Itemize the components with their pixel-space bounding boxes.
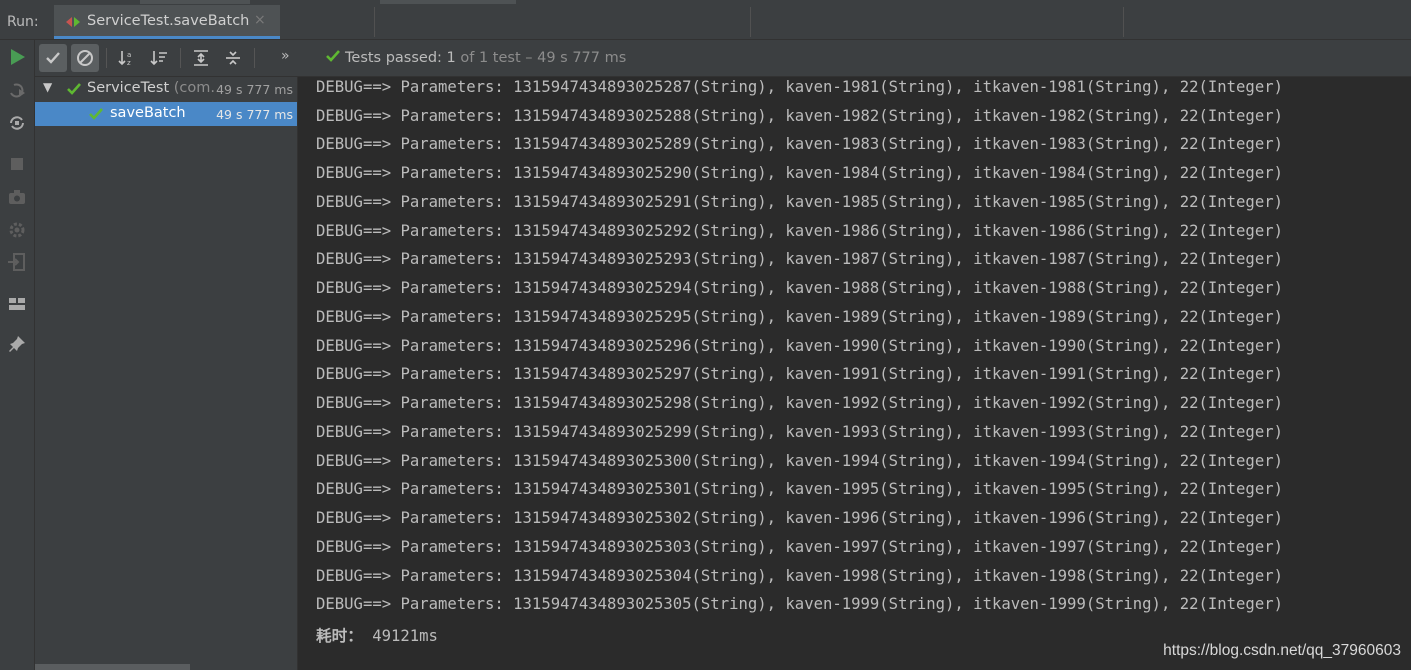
console-line: DEBUG==> Parameters: 1315947434893025298… xyxy=(316,394,1283,412)
console-line: DEBUG==> Parameters: 1315947434893025292… xyxy=(316,222,1283,240)
camera-icon[interactable] xyxy=(6,186,28,208)
run-tab-bar: Run: ServiceTest.saveBatch × xyxy=(0,5,1411,40)
editor-tab-fragment[interactable] xyxy=(140,0,250,4)
stop-icon[interactable] xyxy=(6,153,28,175)
chevron-down-icon[interactable]: ▼ xyxy=(43,80,52,94)
toolbar-divider xyxy=(254,48,255,68)
close-icon[interactable]: × xyxy=(254,12,266,28)
tests-passed-detail: of 1 test – 49 s 777 ms xyxy=(460,50,627,66)
timing-label: 耗时： xyxy=(316,627,363,645)
tab-divider xyxy=(750,7,751,37)
expand-all-icon xyxy=(194,50,208,66)
console-line: DEBUG==> Parameters: 1315947434893025295… xyxy=(316,308,1283,326)
toolbar-divider xyxy=(180,48,181,68)
tree-item-label: ServiceTest (com. xyxy=(87,80,215,96)
console-line: DEBUG==> Parameters: 1315947434893025288… xyxy=(316,107,1283,125)
timing-value: 49121ms xyxy=(372,627,438,645)
editor-tab-fragment[interactable] xyxy=(380,0,516,4)
sort-alpha-icon: az xyxy=(118,51,131,67)
console-line: DEBUG==> Parameters: 1315947434893025305… xyxy=(316,595,1283,613)
pin-icon[interactable] xyxy=(6,333,28,355)
console-line: DEBUG==> Parameters: 1315947434893025300… xyxy=(316,452,1283,470)
console-line: DEBUG==> Parameters: 1315947434893025297… xyxy=(316,365,1283,383)
tab-title: ServiceTest.saveBatch xyxy=(87,13,250,29)
show-ignored-icon xyxy=(77,50,93,66)
tree-item-label: saveBatch xyxy=(110,105,186,121)
console-timing-line: 耗时： 49121ms xyxy=(316,624,438,646)
console-line: DEBUG==> Parameters: 1315947434893025289… xyxy=(316,135,1283,153)
tree-item-savebatch[interactable]: saveBatch 49 s 777 ms xyxy=(35,102,297,126)
tab-divider xyxy=(1123,7,1124,37)
check-icon xyxy=(46,52,60,64)
sort-duration-icon xyxy=(150,51,167,66)
tab-servicetest-savebatch[interactable]: ServiceTest.saveBatch × xyxy=(54,5,280,39)
console-line: DEBUG==> Parameters: 1315947434893025304… xyxy=(316,567,1283,585)
run-side-toolbar xyxy=(0,40,35,670)
tree-item-servicetest[interactable]: ▼ ServiceTest (com. 49 s 777 ms xyxy=(35,77,297,101)
expand-all-button[interactable] xyxy=(187,44,215,72)
console-line: DEBUG==> Parameters: 1315947434893025291… xyxy=(316,193,1283,211)
console-line: DEBUG==> Parameters: 1315947434893025296… xyxy=(316,337,1283,355)
console-line: DEBUG==> Parameters: 1315947434893025301… xyxy=(316,480,1283,498)
collapse-all-icon xyxy=(226,51,240,65)
layout-icon[interactable] xyxy=(6,293,28,315)
test-class-name: ServiceTest xyxy=(87,80,170,96)
toolbar-divider xyxy=(106,48,107,68)
collapse-all-button[interactable] xyxy=(219,44,247,72)
console-line: DEBUG==> Parameters: 1315947434893025302… xyxy=(316,509,1283,527)
test-toolbar: az » Tests passed: 1 of 1 test – 49 s 77… xyxy=(35,40,1411,77)
horizontal-scrollbar[interactable] xyxy=(35,664,190,670)
show-passed-button[interactable] xyxy=(39,44,67,72)
test-run-icon xyxy=(66,17,80,27)
console-line: DEBUG==> Parameters: 1315947434893025293… xyxy=(316,250,1283,268)
test-status: Tests passed: 1 of 1 test – 49 s 777 ms xyxy=(325,49,626,66)
svg-text:z: z xyxy=(127,59,131,67)
console-line: DEBUG==> Parameters: 1315947434893025299… xyxy=(316,423,1283,441)
check-icon xyxy=(326,50,340,62)
run-label: Run: xyxy=(7,14,39,30)
check-icon xyxy=(89,108,103,120)
test-package: (com. xyxy=(173,80,215,96)
check-icon xyxy=(67,83,81,95)
console-line: DEBUG==> Parameters: 1315947434893025294… xyxy=(316,279,1283,297)
test-duration: 49 s 777 ms xyxy=(216,82,293,97)
more-actions-button[interactable]: » xyxy=(281,48,290,64)
watermark: https://blog.csdn.net/qq_37960603 xyxy=(1163,642,1401,659)
settings-icon[interactable] xyxy=(6,219,28,241)
console-line: DEBUG==> Parameters: 1315947434893025287… xyxy=(316,78,1283,96)
sort-by-duration-button[interactable] xyxy=(145,44,173,72)
run-icon[interactable] xyxy=(6,46,28,68)
sort-alphabetically-button[interactable]: az xyxy=(113,44,141,72)
console-output[interactable]: DEBUG==> Parameters: 1315947434893025287… xyxy=(298,77,1411,670)
show-ignored-button[interactable] xyxy=(71,44,99,72)
tab-divider xyxy=(374,7,375,37)
test-tree: ▼ ServiceTest (com. 49 s 777 ms saveBatc… xyxy=(35,77,298,670)
tests-passed-label: Tests passed: 1 xyxy=(345,50,456,66)
exit-icon[interactable] xyxy=(6,251,28,273)
console-line: DEBUG==> Parameters: 1315947434893025290… xyxy=(316,164,1283,182)
toggle-autotest-icon[interactable] xyxy=(6,112,28,134)
svg-text:a: a xyxy=(127,51,131,59)
rerun-failed-icon[interactable] xyxy=(6,80,28,102)
console-line: DEBUG==> Parameters: 1315947434893025303… xyxy=(316,538,1283,556)
test-duration: 49 s 777 ms xyxy=(216,107,293,122)
